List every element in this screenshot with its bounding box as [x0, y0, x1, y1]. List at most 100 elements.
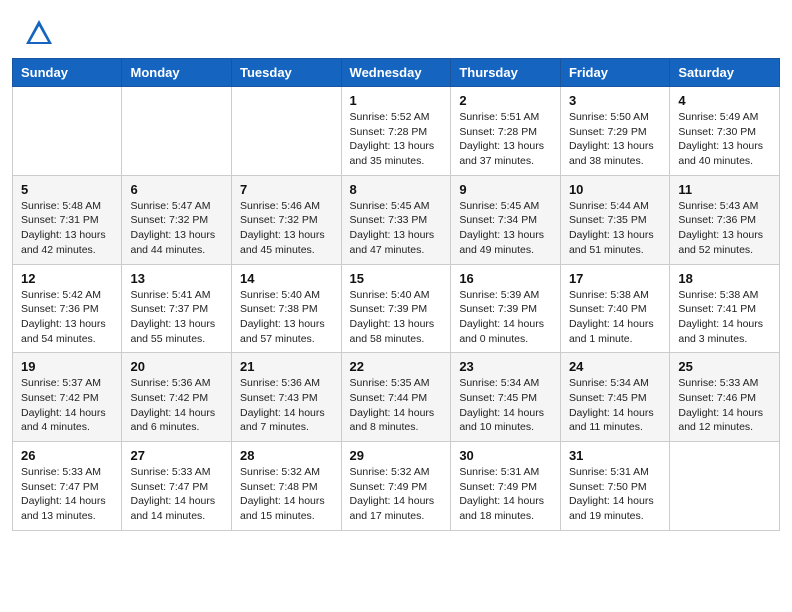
day-number: 4 [678, 93, 771, 108]
day-detail: Sunrise: 5:47 AM Sunset: 7:32 PM Dayligh… [130, 199, 223, 258]
calendar-cell: 24 Sunrise: 5:34 AM Sunset: 7:45 PM Dayli… [560, 353, 669, 442]
weekday-header: Thursday [451, 59, 561, 87]
calendar-cell: 26Sunrise: 5:33 AM Sunset: 7:47 PM Dayli… [13, 442, 122, 531]
day-number: 16 [459, 271, 552, 286]
day-detail: Sunrise: 5:48 AM Sunset: 7:31 PM Dayligh… [21, 199, 113, 258]
day-detail: Sunrise: 5:36 AM Sunset: 7:42 PM Dayligh… [130, 376, 223, 435]
day-detail: Sunrise: 5:31 AM Sunset: 7:49 PM Dayligh… [459, 465, 552, 524]
day-detail: Sunrise: 5:45 AM Sunset: 7:33 PM Dayligh… [350, 199, 443, 258]
day-number: 19 [21, 359, 113, 374]
day-number: 27 [130, 448, 223, 463]
calendar-cell: 21Sunrise: 5:36 AM Sunset: 7:43 PM Dayli… [232, 353, 342, 442]
day-detail: Sunrise: 5:43 AM Sunset: 7:36 PM Dayligh… [678, 199, 771, 258]
calendar-cell: 4 Sunrise: 5:49 AM Sunset: 7:30 PM Daylig… [670, 87, 780, 176]
calendar-cell: 16 Sunrise: 5:39 AM Sunset: 7:39 PM Dayli… [451, 264, 561, 353]
day-detail: Sunrise: 5:31 AM Sunset: 7:50 PM Dayligh… [569, 465, 661, 524]
weekday-header: Sunday [13, 59, 122, 87]
calendar-table: SundayMondayTuesdayWednesdayThursdayFrid… [12, 58, 780, 531]
day-number: 9 [459, 182, 552, 197]
day-detail: Sunrise: 5:37 AM Sunset: 7:42 PM Dayligh… [21, 376, 113, 435]
day-number: 18 [678, 271, 771, 286]
calendar-cell: 6Sunrise: 5:47 AM Sunset: 7:32 PM Daylig… [122, 175, 232, 264]
day-number: 31 [569, 448, 661, 463]
calendar-cell [670, 442, 780, 531]
day-number: 13 [130, 271, 223, 286]
day-number: 2 [459, 93, 552, 108]
weekday-header: Friday [560, 59, 669, 87]
calendar-cell: 1Sunrise: 5:52 AM Sunset: 7:28 PM Daylig… [341, 87, 451, 176]
day-detail: Sunrise: 5:32 AM Sunset: 7:49 PM Dayligh… [350, 465, 443, 524]
calendar-cell: 2 Sunrise: 5:51 AM Sunset: 7:28 PM Daylig… [451, 87, 561, 176]
weekday-header: Wednesday [341, 59, 451, 87]
day-detail: Sunrise: 5:42 AM Sunset: 7:36 PM Dayligh… [21, 288, 113, 347]
day-number: 15 [350, 271, 443, 286]
day-number: 23 [459, 359, 552, 374]
day-detail: Sunrise: 5:49 AM Sunset: 7:30 PM Dayligh… [678, 110, 771, 169]
weekday-header: Saturday [670, 59, 780, 87]
day-detail: Sunrise: 5:45 AM Sunset: 7:34 PM Dayligh… [459, 199, 552, 258]
day-number: 25 [678, 359, 771, 374]
day-detail: Sunrise: 5:40 AM Sunset: 7:39 PM Dayligh… [350, 288, 443, 347]
day-number: 29 [350, 448, 443, 463]
day-detail: Sunrise: 5:38 AM Sunset: 7:40 PM Dayligh… [569, 288, 661, 347]
weekday-header: Monday [122, 59, 232, 87]
day-number: 17 [569, 271, 661, 286]
calendar-cell: 25 Sunrise: 5:33 AM Sunset: 7:46 PM Dayli… [670, 353, 780, 442]
calendar-cell: 11 Sunrise: 5:43 AM Sunset: 7:36 PM Dayli… [670, 175, 780, 264]
calendar-cell: 8Sunrise: 5:45 AM Sunset: 7:33 PM Daylig… [341, 175, 451, 264]
day-detail: Sunrise: 5:44 AM Sunset: 7:35 PM Dayligh… [569, 199, 661, 258]
day-number: 28 [240, 448, 333, 463]
day-number: 21 [240, 359, 333, 374]
day-detail: Sunrise: 5:50 AM Sunset: 7:29 PM Dayligh… [569, 110, 661, 169]
calendar-cell: 30 Sunrise: 5:31 AM Sunset: 7:49 PM Dayli… [451, 442, 561, 531]
weekday-header-row: SundayMondayTuesdayWednesdayThursdayFrid… [13, 59, 780, 87]
day-number: 1 [350, 93, 443, 108]
calendar-cell: 5 Sunrise: 5:48 AM Sunset: 7:31 PM Daylig… [13, 175, 122, 264]
day-detail: Sunrise: 5:34 AM Sunset: 7:45 PM Dayligh… [459, 376, 552, 435]
calendar-cell: 9 Sunrise: 5:45 AM Sunset: 7:34 PM Daylig… [451, 175, 561, 264]
calendar-cell: 19 Sunrise: 5:37 AM Sunset: 7:42 PM Dayli… [13, 353, 122, 442]
day-detail: Sunrise: 5:46 AM Sunset: 7:32 PM Dayligh… [240, 199, 333, 258]
logo [24, 18, 58, 48]
calendar-cell: 15 Sunrise: 5:40 AM Sunset: 7:39 PM Dayli… [341, 264, 451, 353]
day-detail: Sunrise: 5:35 AM Sunset: 7:44 PM Dayligh… [350, 376, 443, 435]
day-detail: Sunrise: 5:40 AM Sunset: 7:38 PM Dayligh… [240, 288, 333, 347]
day-number: 24 [569, 359, 661, 374]
logo-icon [24, 18, 54, 48]
calendar-cell [122, 87, 232, 176]
calendar-cell: 7 Sunrise: 5:46 AM Sunset: 7:32 PM Daylig… [232, 175, 342, 264]
calendar-cell: 13Sunrise: 5:41 AM Sunset: 7:37 PM Dayli… [122, 264, 232, 353]
calendar-cell: 17 Sunrise: 5:38 AM Sunset: 7:40 PM Dayli… [560, 264, 669, 353]
calendar-cell [232, 87, 342, 176]
day-number: 12 [21, 271, 113, 286]
day-number: 30 [459, 448, 552, 463]
calendar-week-row: 12 Sunrise: 5:42 AM Sunset: 7:36 PM Dayli… [13, 264, 780, 353]
day-number: 5 [21, 182, 113, 197]
calendar-cell: 22 Sunrise: 5:35 AM Sunset: 7:44 PM Dayli… [341, 353, 451, 442]
day-number: 10 [569, 182, 661, 197]
day-number: 22 [350, 359, 443, 374]
calendar-cell: 12 Sunrise: 5:42 AM Sunset: 7:36 PM Dayli… [13, 264, 122, 353]
day-detail: Sunrise: 5:51 AM Sunset: 7:28 PM Dayligh… [459, 110, 552, 169]
calendar-cell: 29 Sunrise: 5:32 AM Sunset: 7:49 PM Dayli… [341, 442, 451, 531]
calendar-cell: 3 Sunrise: 5:50 AM Sunset: 7:29 PM Daylig… [560, 87, 669, 176]
day-detail: Sunrise: 5:32 AM Sunset: 7:48 PM Dayligh… [240, 465, 333, 524]
day-detail: Sunrise: 5:33 AM Sunset: 7:47 PM Dayligh… [130, 465, 223, 524]
day-number: 3 [569, 93, 661, 108]
calendar-cell: 31 Sunrise: 5:31 AM Sunset: 7:50 PM Dayli… [560, 442, 669, 531]
calendar-week-row: 19 Sunrise: 5:37 AM Sunset: 7:42 PM Dayli… [13, 353, 780, 442]
calendar-cell [13, 87, 122, 176]
calendar-cell: 10 Sunrise: 5:44 AM Sunset: 7:35 PM Dayli… [560, 175, 669, 264]
day-detail: Sunrise: 5:34 AM Sunset: 7:45 PM Dayligh… [569, 376, 661, 435]
day-detail: Sunrise: 5:33 AM Sunset: 7:46 PM Dayligh… [678, 376, 771, 435]
day-detail: Sunrise: 5:39 AM Sunset: 7:39 PM Dayligh… [459, 288, 552, 347]
weekday-header: Tuesday [232, 59, 342, 87]
calendar-cell: 28 Sunrise: 5:32 AM Sunset: 7:48 PM Dayli… [232, 442, 342, 531]
calendar-cell: 18Sunrise: 5:38 AM Sunset: 7:41 PM Dayli… [670, 264, 780, 353]
day-number: 11 [678, 182, 771, 197]
day-number: 26 [21, 448, 113, 463]
day-number: 7 [240, 182, 333, 197]
calendar-week-row: 1Sunrise: 5:52 AM Sunset: 7:28 PM Daylig… [13, 87, 780, 176]
page-header [0, 0, 792, 58]
calendar-week-row: 5 Sunrise: 5:48 AM Sunset: 7:31 PM Daylig… [13, 175, 780, 264]
